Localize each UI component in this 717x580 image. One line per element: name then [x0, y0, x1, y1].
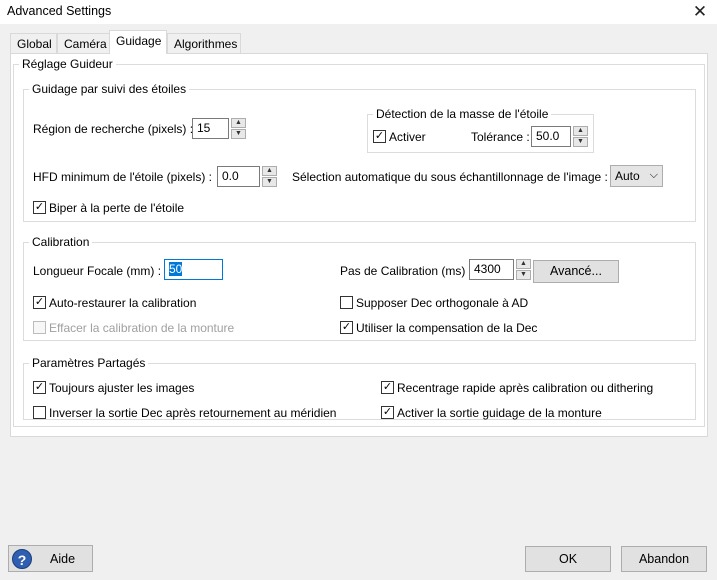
auto-restore-label: Auto-restaurer la calibration — [49, 296, 197, 310]
mass-detection-title: Détection de la masse de l'étoile — [373, 107, 552, 121]
guider-settings-title: Réglage Guideur — [19, 57, 116, 71]
tolerance-input[interactable]: 50.0 — [531, 126, 571, 147]
clear-mount-cal-checkbox[interactable] — [33, 321, 46, 334]
focal-length-input[interactable]: 50 — [164, 259, 223, 280]
tab-algorithmes[interactable]: Algorithmes — [167, 33, 241, 53]
spin-down-icon[interactable]: ▼ — [573, 137, 588, 147]
tab-camera[interactable]: Caméra — [57, 33, 110, 53]
fast-recenter-label: Recentrage rapide après calibration ou d… — [397, 381, 654, 395]
fast-recenter-checkbox[interactable]: ✓ — [381, 381, 394, 394]
ok-button[interactable]: OK — [525, 546, 611, 572]
focal-length-label: Longueur Focale (mm) : — [33, 264, 162, 278]
clear-mount-cal-label: Effacer la calibration de la monture — [49, 321, 235, 335]
search-region-label: Région de recherche (pixels) : — [33, 122, 194, 136]
auto-restore-checkbox[interactable]: ✓ — [33, 296, 46, 309]
cal-step-label: Pas de Calibration (ms) : — [340, 264, 473, 278]
star-tracking-title: Guidage par suivi des étoiles — [29, 82, 190, 96]
spin-up-icon[interactable]: ▲ — [231, 118, 246, 128]
spin-down-icon[interactable]: ▼ — [231, 129, 246, 139]
enable-mount-guide-checkbox[interactable]: ✓ — [381, 406, 394, 419]
chevron-down-icon: ⌵ — [649, 169, 658, 181]
calibration-title: Calibration — [29, 235, 93, 249]
assume-dec-orth-label: Supposer Dec orthogonale à AD — [356, 296, 529, 310]
help-label: Aide — [50, 552, 76, 566]
auto-binning-label: Sélection automatique du sous échantillo… — [292, 170, 608, 184]
cancel-button[interactable]: Abandon — [621, 546, 707, 572]
search-region-spinner[interactable]: ▲ ▼ — [231, 118, 246, 139]
shared-params-title: Paramètres Partagés — [29, 356, 149, 370]
tab-guidage[interactable]: Guidage — [109, 30, 167, 54]
advanced-calibration-button[interactable]: Avancé... — [533, 260, 619, 283]
mass-detection-enable-label: Activer — [389, 130, 426, 144]
search-region-input[interactable]: 15 — [192, 118, 229, 139]
reverse-dec-checkbox[interactable] — [33, 406, 46, 419]
beep-label: Biper à la perte de l'étoile — [49, 201, 185, 215]
cal-step-spinner[interactable]: ▲ ▼ — [516, 259, 531, 280]
always-scale-checkbox[interactable]: ✓ — [33, 381, 46, 394]
question-mark-icon: ? — [12, 549, 32, 569]
cal-step-input[interactable]: 4300 — [469, 259, 514, 280]
tab-global[interactable]: Global — [10, 33, 57, 53]
window-title: Advanced Settings — [7, 4, 112, 18]
min-hfd-spinner[interactable]: ▲ ▼ — [262, 166, 277, 187]
min-hfd-input[interactable]: 0.0 — [217, 166, 260, 187]
spin-down-icon[interactable]: ▼ — [262, 177, 277, 187]
min-hfd-label: HFD minimum de l'étoile (pixels) : — [33, 170, 212, 184]
spin-up-icon[interactable]: ▲ — [262, 166, 277, 176]
spin-down-icon[interactable]: ▼ — [516, 270, 531, 280]
spin-up-icon[interactable]: ▲ — [516, 259, 531, 269]
reverse-dec-label: Inverser la sortie Dec après retournemen… — [49, 406, 337, 420]
enable-mount-guide-label: Activer la sortie guidage de la monture — [397, 406, 602, 420]
auto-binning-select[interactable]: Auto ⌵ — [610, 165, 663, 187]
assume-dec-orth-checkbox[interactable] — [340, 296, 353, 309]
beep-checkbox[interactable]: ✓ — [33, 201, 46, 214]
auto-binning-value: Auto — [615, 169, 640, 183]
tolerance-label: Tolérance : — [471, 130, 530, 144]
help-button[interactable]: ? Aide — [8, 545, 93, 572]
mass-detection-enable-checkbox[interactable]: ✓ — [373, 130, 386, 143]
always-scale-label: Toujours ajuster les images — [49, 381, 195, 395]
close-icon[interactable]: ✕ — [690, 2, 710, 22]
use-dec-comp-checkbox[interactable]: ✓ — [340, 321, 353, 334]
focal-length-value: 50 — [169, 262, 183, 276]
spin-up-icon[interactable]: ▲ — [573, 126, 588, 136]
use-dec-comp-label: Utiliser la compensation de la Dec — [356, 321, 538, 335]
tolerance-spinner[interactable]: ▲ ▼ — [573, 126, 588, 147]
